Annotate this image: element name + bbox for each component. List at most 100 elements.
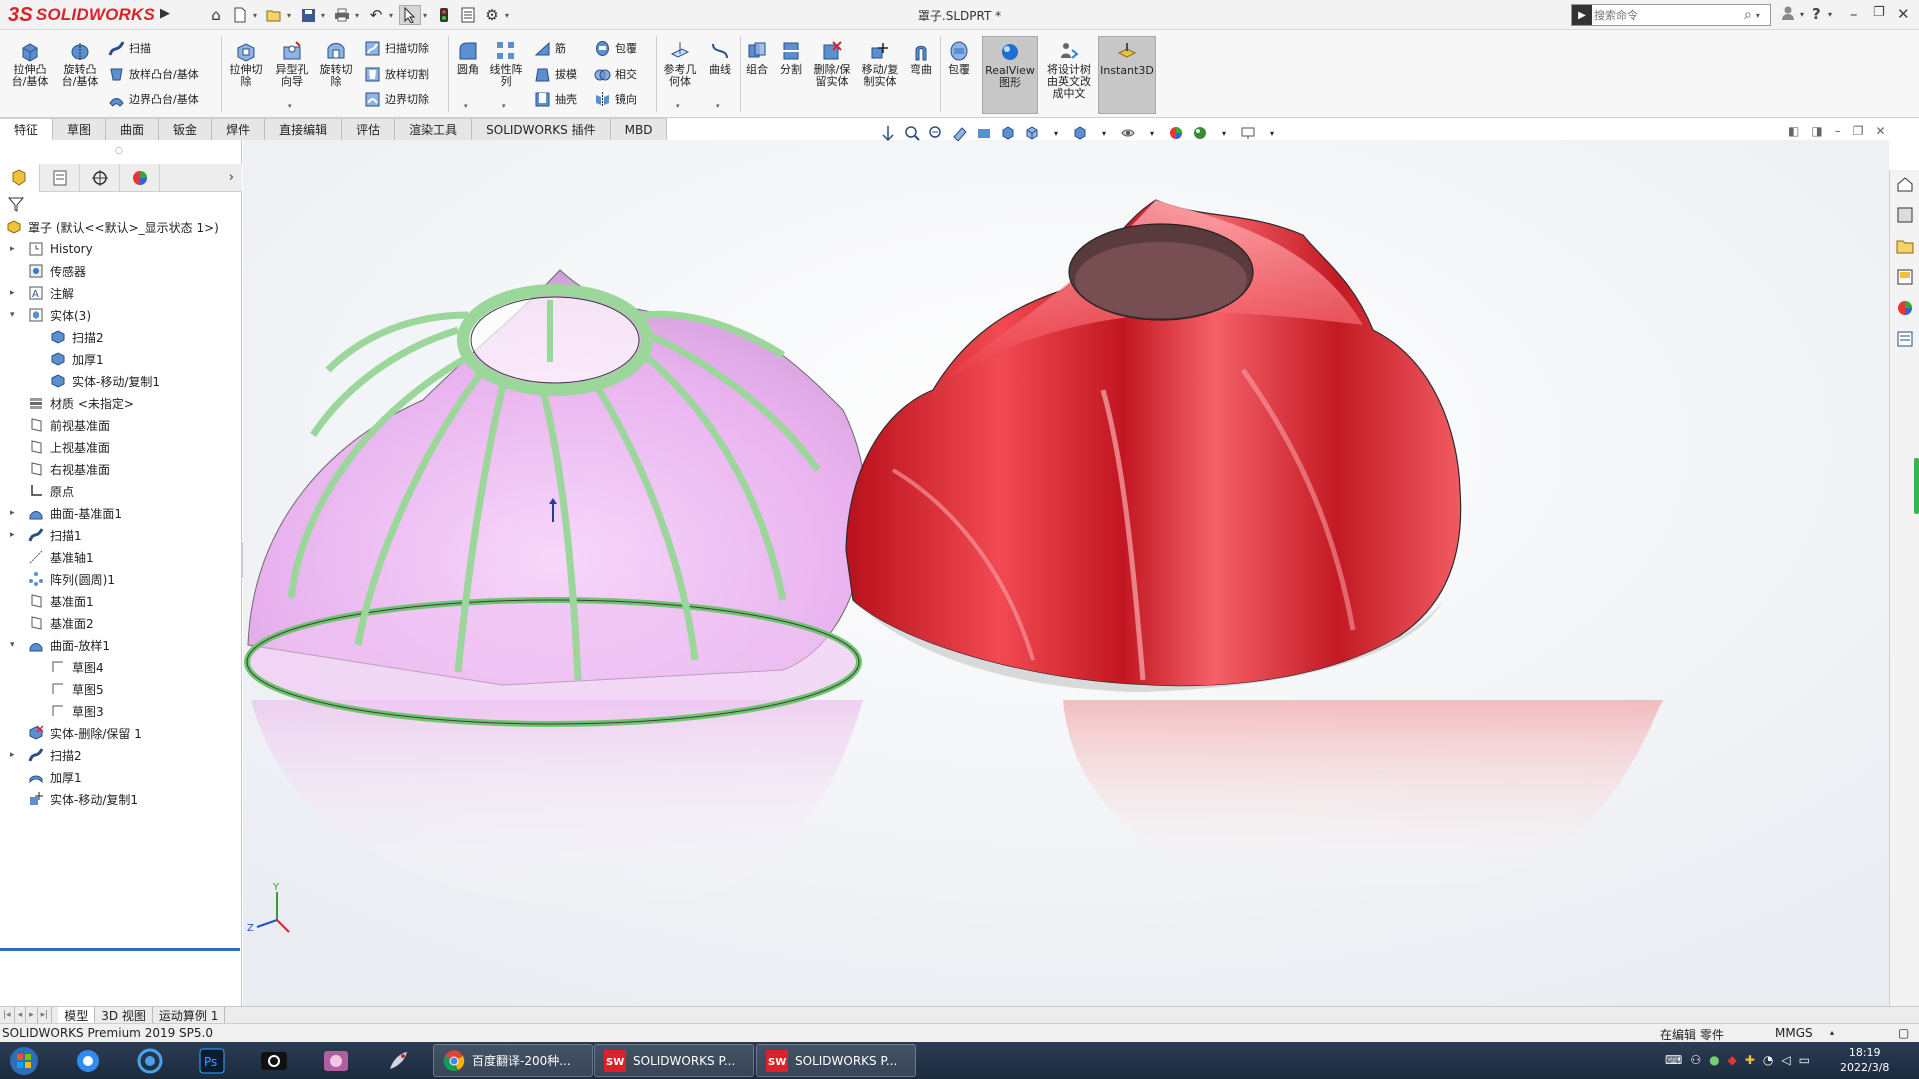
volume-icon[interactable]: ◁	[1781, 1053, 1790, 1067]
tree-item[interactable]: 草图4	[0, 656, 242, 678]
shell-button[interactable]: 抽壳	[534, 89, 577, 109]
display-style-icon[interactable]	[1022, 123, 1042, 143]
antivirus-icon[interactable]: ◆	[1728, 1053, 1737, 1067]
viewport-close-icon[interactable]: ✕	[1875, 124, 1885, 138]
tree-item[interactable]: 上视基准面	[0, 436, 242, 458]
panel-expand-arrow-icon[interactable]: ›	[229, 170, 234, 185]
linear-pattern-button[interactable]: 线性阵 列	[486, 40, 526, 88]
minimize-window-icon[interactable]: –	[1850, 5, 1858, 23]
view-palette-icon[interactable]	[1895, 267, 1915, 287]
flex-button[interactable]: 弯曲	[906, 40, 936, 76]
photoshop-icon[interactable]: Ps	[192, 1045, 232, 1076]
tree-item[interactable]: 原点	[0, 480, 242, 502]
tree-item[interactable]: 实体-移动/复制1	[0, 370, 242, 392]
curves-button[interactable]: 曲线	[704, 40, 736, 76]
configuration-manager-tab[interactable]	[80, 164, 120, 192]
display-style-dropdown-icon[interactable]: ▾	[1046, 123, 1066, 143]
combine-button[interactable]: 组合	[742, 40, 772, 76]
display-manager-tab[interactable]	[120, 164, 160, 192]
tree-item[interactable]: 前视基准面	[0, 414, 242, 436]
tree-item[interactable]: 草图5	[0, 678, 242, 700]
browser-icon[interactable]	[130, 1045, 170, 1076]
taskbar-baidu-translate[interactable]: 百度翻译-200种...	[433, 1044, 593, 1077]
tree-item[interactable]: 基准轴1	[0, 546, 242, 568]
appearances-icon[interactable]	[1895, 298, 1915, 318]
status-chat-icon[interactable]: ▢	[1898, 1026, 1909, 1040]
tree-item[interactable]: 实体-删除/保留 1	[0, 722, 242, 744]
tab-solidworks-addins[interactable]: SOLIDWORKS 插件	[472, 118, 611, 140]
translate-tree-button[interactable]: 将设计树 由英文改 成中文	[1042, 40, 1096, 100]
boundary-boss-button[interactable]: 边界凸台/基体	[108, 89, 199, 109]
unit-system[interactable]: MMGS	[1775, 1026, 1813, 1040]
appearance-dropdown-icon[interactable]: ▾	[1142, 123, 1162, 143]
tree-item[interactable]: 传感器	[0, 260, 242, 282]
design-library-icon[interactable]	[1895, 205, 1915, 225]
rollback-bar[interactable]	[0, 948, 240, 951]
tab-model[interactable]: 模型	[58, 1006, 96, 1024]
tree-expand-arrow-icon[interactable]: ▸	[10, 244, 20, 254]
tab-mbd[interactable]: MBD	[610, 118, 668, 140]
graphics-area[interactable]: Y Z	[243, 140, 1889, 1006]
baidu-netdisk-icon[interactable]	[68, 1045, 108, 1076]
tab-direct-editing[interactable]: 直接编辑	[265, 118, 343, 140]
tree-expand-arrow-icon[interactable]: ▸	[10, 508, 20, 518]
section-view-icon[interactable]	[950, 123, 970, 143]
loft-button[interactable]: 放样凸台/基体	[108, 64, 199, 84]
lofted-cut-button[interactable]: 放样切割	[364, 64, 429, 84]
zoom-to-area-icon[interactable]	[902, 123, 922, 143]
panel-splitter-handle[interactable]: ○	[115, 146, 123, 156]
wechat-icon[interactable]: ●	[1709, 1053, 1719, 1067]
viewport-next-icon[interactable]: ◨	[1811, 124, 1822, 138]
move-copy-body-button[interactable]: 移动/复 制实体	[858, 40, 902, 88]
feature-manager-tab[interactable]	[0, 164, 40, 192]
tree-item[interactable]: ▾ 实体(3)	[0, 304, 242, 326]
close-window-icon[interactable]: ✕	[1897, 5, 1910, 23]
solidworks-resources-icon[interactable]	[1895, 174, 1915, 194]
tab-scroll-first-icon[interactable]: |◂	[0, 1006, 15, 1024]
edit-appearance-icon[interactable]	[1118, 123, 1138, 143]
tree-item[interactable]: 基准面1	[0, 590, 242, 612]
scene-dropdown-icon[interactable]: ▾	[1214, 123, 1234, 143]
realview-graphics-button[interactable]: RealView 图形	[982, 36, 1038, 114]
apply-scene-icon[interactable]	[1166, 123, 1186, 143]
tree-item[interactable]: 加厚1	[0, 766, 242, 788]
help-icon[interactable]: ?	[1812, 5, 1821, 23]
magnifier-icon[interactable]: ⌕	[1744, 7, 1752, 23]
task-pane-scroll-indicator[interactable]	[1914, 458, 1919, 514]
taskbar-clock[interactable]: 18:19 2022/3/8	[1840, 1045, 1889, 1075]
dynamic-annotation-icon[interactable]	[974, 123, 994, 143]
tree-item[interactable]: 扫描2	[0, 326, 242, 348]
tree-item[interactable]: 实体-移动/复制1	[0, 788, 242, 810]
search-dropdown-icon[interactable]: ▾	[1756, 11, 1760, 20]
keyboard-icon[interactable]: ⌨	[1665, 1053, 1682, 1067]
user-account-icon[interactable]	[1781, 5, 1795, 25]
tree-item[interactable]: 草图3	[0, 700, 242, 722]
tree-item[interactable]: ▸ 扫描2	[0, 744, 242, 766]
view-settings-icon[interactable]	[1238, 123, 1258, 143]
fillet-button[interactable]: 圆角	[452, 40, 484, 76]
tree-expand-arrow-icon[interactable]: ▸	[10, 530, 20, 540]
tab-sketch[interactable]: 草图	[53, 118, 107, 140]
tree-filter-icon[interactable]	[7, 196, 25, 216]
mirror-button[interactable]: 镜向	[594, 89, 637, 109]
tree-item[interactable]: ▸ History	[0, 238, 242, 260]
tree-item[interactable]: 材质 <未指定>	[0, 392, 242, 414]
tab-scroll-last-icon[interactable]: ▸|	[38, 1006, 53, 1024]
tab-scroll-next-icon[interactable]: ▸	[26, 1006, 38, 1024]
taskbar-solidworks-2[interactable]: SW SOLIDWORKS P...	[756, 1044, 916, 1077]
taskbar-solidworks-1[interactable]: SW SOLIDWORKS P...	[594, 1044, 754, 1077]
hide-show-items-icon[interactable]	[1070, 123, 1090, 143]
ref-geometry-dropdown-icon[interactable]: ▾	[676, 102, 680, 110]
revolve-boss-button[interactable]: 旋转凸 台/基体	[58, 40, 102, 88]
extrude-cut-button[interactable]: 拉伸切 除	[226, 40, 266, 88]
network-icon[interactable]: ◔	[1763, 1053, 1773, 1067]
feather-app-icon[interactable]	[378, 1045, 418, 1076]
search-input[interactable]	[1594, 8, 1744, 22]
tree-item[interactable]: 加厚1	[0, 348, 242, 370]
tab-features[interactable]: 特征	[0, 118, 54, 140]
hole-wizard-dropdown-icon[interactable]: ▾	[288, 102, 292, 110]
tree-expand-arrow-icon[interactable]: ▾	[10, 640, 20, 650]
model-view[interactable]: Y Z	[243, 140, 1889, 1006]
fillet-dropdown-icon[interactable]: ▾	[464, 102, 468, 110]
tree-item[interactable]: ▸ A 注解	[0, 282, 242, 304]
